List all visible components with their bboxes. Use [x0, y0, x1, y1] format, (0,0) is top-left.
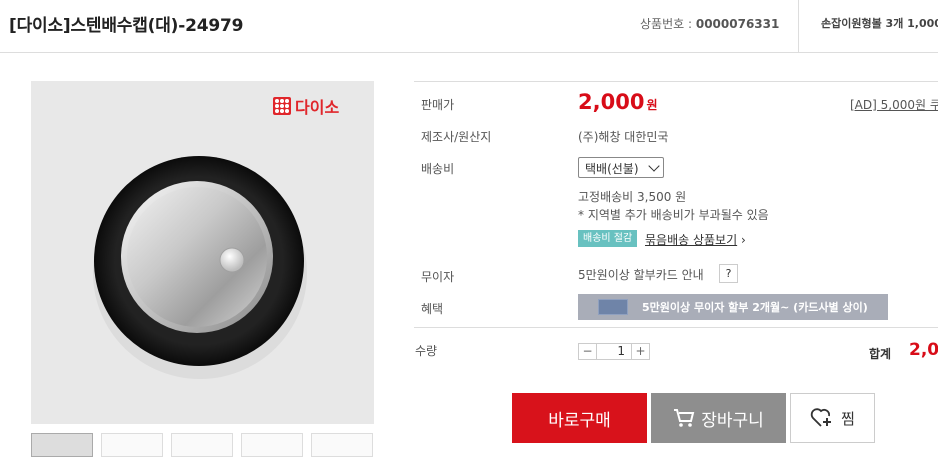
total-value: 2,000: [909, 340, 938, 360]
product-main-image[interactable]: 다이소: [31, 81, 374, 424]
interest-text: 5만원이상 할부카드 안내: [578, 268, 704, 282]
thumbnail-3[interactable]: [171, 433, 233, 457]
chevron-right-icon: ›: [740, 233, 746, 247]
quantity-input[interactable]: 1: [596, 344, 632, 359]
thumbnail-strip: [31, 433, 373, 457]
price-value: 2,000 원: [578, 90, 657, 114]
qty-top-divider: [414, 327, 938, 328]
product-number-value: 0000076331: [695, 17, 780, 31]
maker-label: 제조사/원산지: [421, 130, 492, 144]
info-top-divider: [414, 81, 938, 82]
wishlist-label: 찜: [841, 409, 855, 428]
interest-help-button[interactable]: ?: [719, 264, 738, 283]
interest-label: 무이자: [421, 270, 455, 284]
wishlist-button[interactable]: 찜: [790, 393, 875, 443]
price-label: 판매가: [421, 98, 455, 112]
thumbnail-1[interactable]: [31, 433, 93, 457]
shipping-save-badge: 배송비 절감: [578, 230, 638, 247]
thumbnail-2[interactable]: [101, 433, 163, 457]
ad-coupon-link[interactable]: [AD] 5,000원 쿠폰: [850, 96, 938, 113]
price-unit: 원: [646, 98, 658, 112]
add-to-cart-button[interactable]: 장바구니: [651, 393, 786, 443]
page-header: [다이소]스텐배수캡(대)-24979 상품번호 : 0000076331 손잡…: [0, 0, 938, 53]
shipping-fee: 고정배송비 3,500 원: [578, 190, 687, 204]
benefit-text: 5만원이상 무이자 할부 2개월~ (카드사별 상이): [642, 301, 868, 314]
bundle-shipping-link[interactable]: 묶음배송 상품보기 ›: [645, 231, 746, 248]
heart-plus-icon: [810, 408, 832, 427]
shipping-select[interactable]: 택배(선불): [578, 157, 664, 178]
drain-cap-photo: [93, 156, 307, 379]
shipping-select-value: 택배(선불): [585, 162, 639, 176]
benefit-banner[interactable]: 5만원이상 무이자 할부 2개월~ (카드사별 상이): [578, 294, 888, 320]
add-to-cart-label: 장바구니: [701, 410, 764, 431]
credit-card-icon: [598, 299, 628, 315]
thumbnail-5[interactable]: [311, 433, 373, 457]
cart-icon: [674, 409, 695, 427]
header-divider: [798, 0, 799, 52]
buy-now-button[interactable]: 바로구매: [512, 393, 647, 443]
price-amount: 2,000: [578, 90, 645, 114]
shipping-note: * 지역별 추가 배송비가 부과될수 있음: [578, 208, 769, 222]
maker-value: (주)해창 대한민국: [578, 130, 669, 144]
quantity-plus-button[interactable]: +: [632, 344, 649, 359]
quantity-minus-button[interactable]: −: [579, 344, 596, 359]
buy-now-label: 바로구매: [548, 410, 611, 431]
total-label: 합계: [869, 347, 892, 361]
quantity-label: 수량: [415, 344, 438, 358]
thumbnail-4[interactable]: [241, 433, 303, 457]
bundle-link-text: 묶음배송 상품보기: [645, 233, 738, 247]
chevron-down-icon: [648, 160, 660, 172]
product-number-label: 상품번호 :: [640, 17, 696, 31]
header-promo-link[interactable]: 손잡이원형볼 3개 1,000원: [821, 15, 938, 31]
product-title: [다이소]스텐배수캡(대)-24979: [9, 16, 244, 36]
benefit-label: 혜택: [421, 302, 444, 316]
product-number: 상품번호 : 0000076331: [640, 15, 779, 32]
quantity-stepper: − 1 +: [578, 343, 650, 360]
shipping-label: 배송비: [421, 162, 455, 176]
